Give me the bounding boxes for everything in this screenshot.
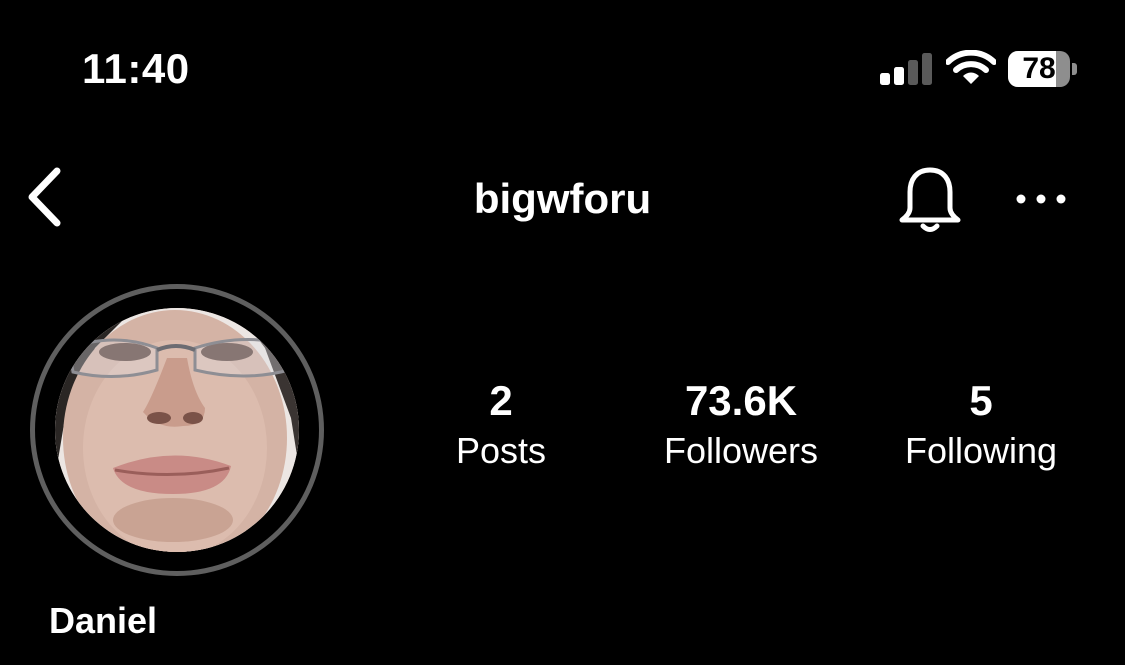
avatar-ring[interactable] [30,284,324,576]
stat-posts[interactable]: 2 Posts [381,376,621,474]
profile-photo [55,308,299,552]
cellular-signal-icon [880,53,932,85]
stat-following[interactable]: 5 Following [861,376,1101,474]
wifi-icon [946,50,996,84]
display-name: Daniel [49,600,158,641]
followers-label: Followers [663,430,819,471]
avatar[interactable] [55,308,299,552]
battery-tip [1072,63,1077,75]
stat-followers[interactable]: 73.6K Followers [621,376,861,474]
followers-count: 73.6K [684,377,798,424]
following-label: Following [904,430,1058,471]
battery-level: 78 [1022,52,1056,85]
battery-body: 78 [1008,51,1070,87]
following-count: 5 [969,377,993,424]
status-time: 11:40 [82,45,190,92]
ellipsis-icon[interactable] [1014,190,1068,208]
posts-label: Posts [455,430,547,471]
profile-screen: 11:40 78 bigwforu 2 Posts 73.6K Follower… [0,0,1125,665]
bell-icon[interactable] [896,164,964,234]
battery-indicator: 78 [1008,51,1077,87]
posts-count: 2 [489,377,513,424]
